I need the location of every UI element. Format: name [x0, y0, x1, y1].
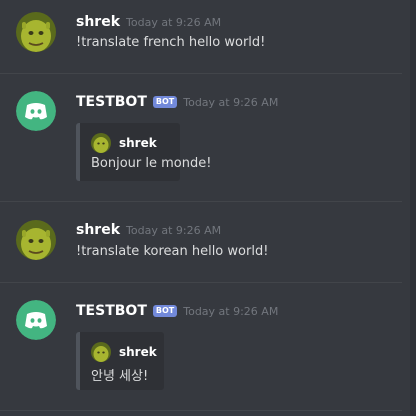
timestamp: Today at 9:26 AM: [183, 95, 279, 109]
username[interactable]: TESTBOT: [76, 94, 147, 110]
timestamp: Today at 9:26 AM: [126, 15, 222, 29]
username[interactable]: shrek: [76, 222, 120, 238]
bot-tag: BOT: [152, 96, 178, 108]
message-divider: [0, 201, 402, 202]
discord-logo-icon: [16, 300, 56, 340]
shrek-avatar-icon: [16, 220, 56, 260]
username[interactable]: TESTBOT: [76, 303, 147, 319]
embed-author-name: shrek: [119, 136, 157, 150]
shrek-avatar[interactable]: [16, 12, 56, 52]
scrollbar[interactable]: [410, 0, 416, 416]
shrek-avatar-icon: [16, 12, 56, 52]
shrek-avatar[interactable]: [16, 220, 56, 260]
embed-description: 안녕 세상!: [91, 369, 149, 384]
translation-embed: shrek 안녕 세상!: [76, 332, 164, 390]
embed-description: Bonjour le monde!: [91, 156, 212, 171]
message-divider: [0, 410, 402, 411]
discord-logo-icon: [16, 91, 56, 131]
message-header: shrek Today at 9:26 AM: [76, 12, 221, 32]
embed-author: shrek: [91, 342, 157, 362]
message-content: !translate korean hello world!: [76, 244, 269, 259]
shrek-avatar-icon: [91, 133, 111, 153]
testbot-avatar[interactable]: [16, 300, 56, 340]
message-content: !translate french hello world!: [76, 35, 266, 50]
message-divider: [0, 73, 402, 74]
message-header: TESTBOT BOT Today at 9:26 AM: [76, 301, 278, 321]
embed-author-name: shrek: [119, 345, 157, 359]
timestamp: Today at 9:26 AM: [183, 304, 279, 318]
username[interactable]: shrek: [76, 14, 120, 30]
translation-embed: shrek Bonjour le monde!: [76, 123, 211, 181]
message-header: TESTBOT BOT Today at 9:26 AM: [76, 92, 278, 112]
shrek-avatar-icon: [91, 342, 111, 362]
message-header: shrek Today at 9:26 AM: [76, 220, 221, 240]
testbot-avatar[interactable]: [16, 91, 56, 131]
bot-tag: BOT: [152, 305, 178, 317]
embed-author: shrek: [91, 133, 157, 153]
timestamp: Today at 9:26 AM: [126, 223, 222, 237]
message-divider: [0, 282, 402, 283]
